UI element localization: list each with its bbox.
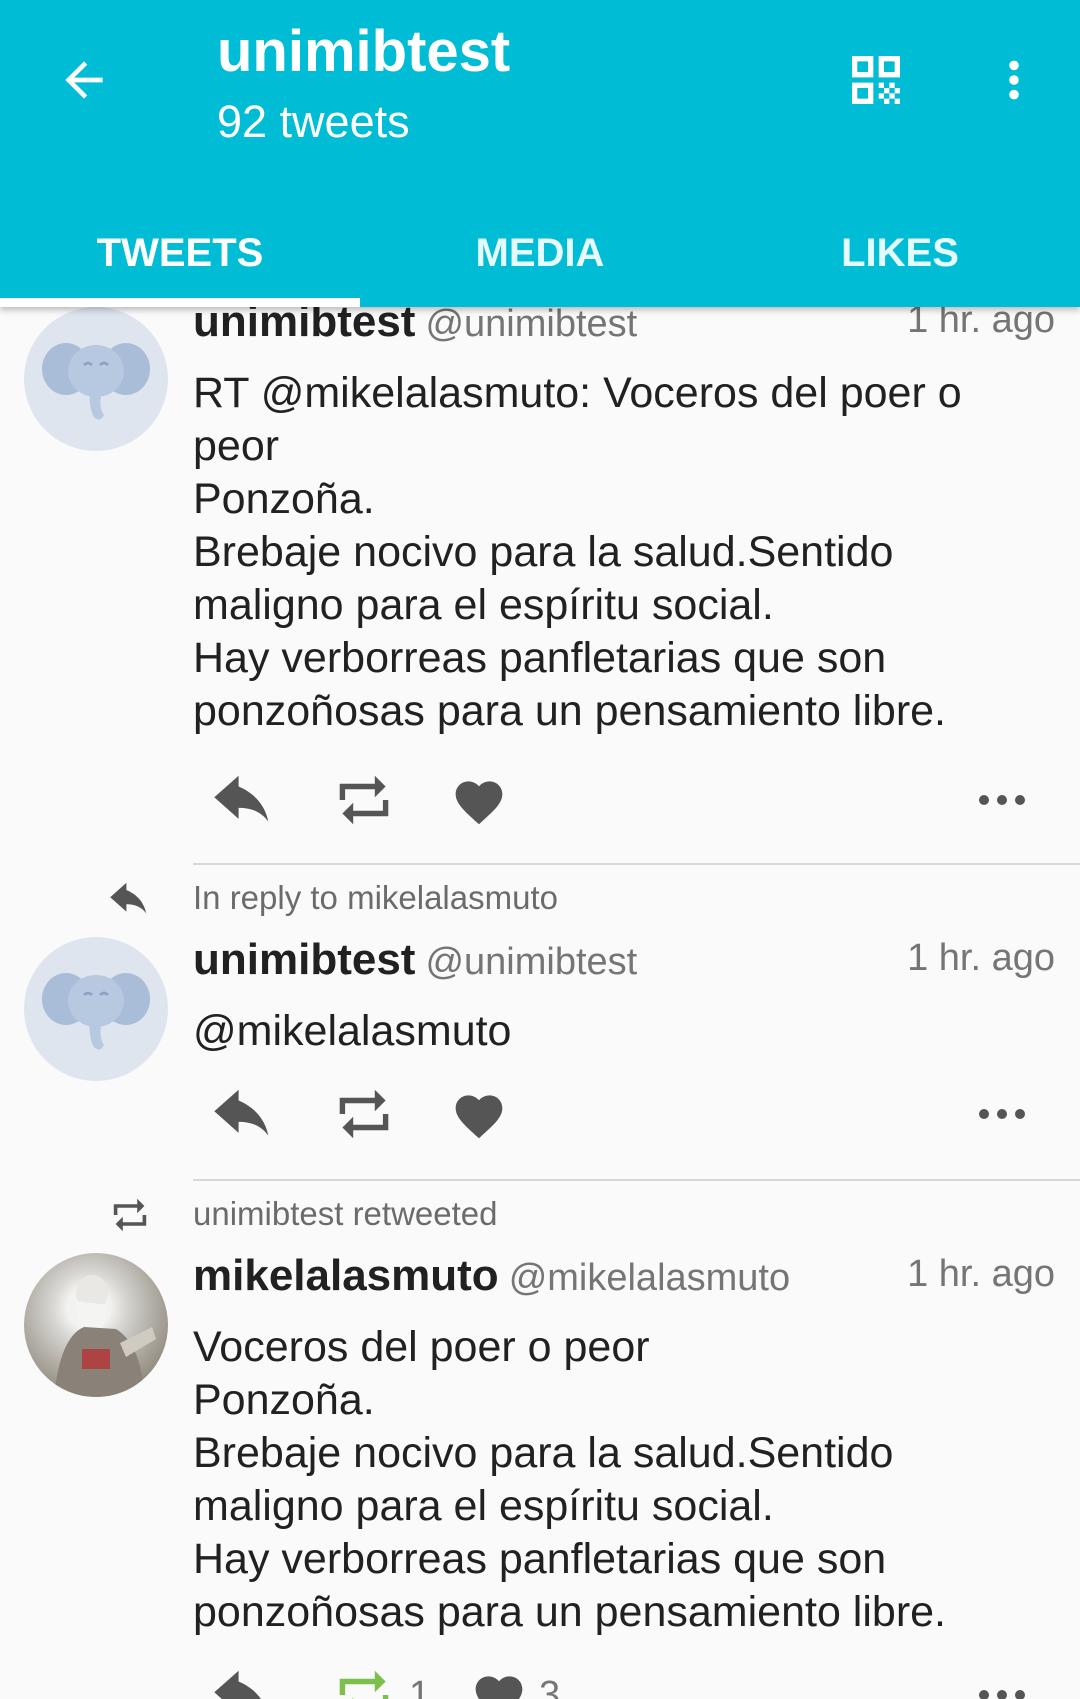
author-handle: @unimibtest xyxy=(425,941,638,983)
avatar[interactable] xyxy=(24,937,168,1081)
reply-icon xyxy=(214,1670,261,1699)
reply-context-text[interactable]: In reply to mikelalasmuto xyxy=(193,879,558,917)
more-horiz-icon xyxy=(979,1690,1025,1699)
tweet-text: RT @mikelalasmuto: Voceros del poer o pe… xyxy=(193,369,962,735)
tab-indicator xyxy=(0,298,360,307)
like-button[interactable] xyxy=(451,1079,507,1149)
avatar[interactable] xyxy=(24,307,168,451)
author-handle: @unimibtest xyxy=(425,307,638,345)
heart-icon xyxy=(455,1095,503,1139)
overflow-menu-button[interactable] xyxy=(984,40,1044,120)
retweet-icon xyxy=(339,775,389,825)
reply-icon xyxy=(214,775,269,822)
more-vert-icon xyxy=(1009,60,1019,100)
tweet-time: 1 hr. ago xyxy=(907,1253,1055,1295)
page-title: unimibtest xyxy=(217,19,511,84)
avatar[interactable] xyxy=(24,1253,168,1397)
elephant-avatar-icon xyxy=(42,973,150,1050)
reply-button[interactable] xyxy=(211,1079,277,1149)
arrow-back-icon xyxy=(65,61,103,99)
author-name[interactable]: unimibtest @unimibtest xyxy=(193,935,637,985)
tweet-header: unimibtest @unimibtest 1 hr. ago xyxy=(193,935,1055,991)
tab-likes[interactable]: LIKES xyxy=(720,200,1080,307)
qr-code-icon xyxy=(852,56,900,104)
tweet-count: 92 tweets xyxy=(217,96,410,147)
reply-button[interactable] xyxy=(211,765,277,835)
tweet-item[interactable]: In reply to mikelalasmuto unimibtest @uni… xyxy=(0,869,1080,1185)
like-button[interactable]: 3 xyxy=(471,1660,560,1699)
retweet-icon xyxy=(339,1670,389,1699)
reply-button[interactable] xyxy=(211,1660,277,1699)
tweet-time: 1 hr. ago xyxy=(907,937,1055,979)
author-name[interactable]: unimibtest @unimibtest xyxy=(193,307,637,347)
tweet-actions xyxy=(193,765,1055,835)
tweet-actions xyxy=(193,1079,1055,1149)
elephant-avatar-icon xyxy=(42,343,150,420)
retweet-icon xyxy=(339,1089,389,1139)
retweet-icon xyxy=(113,1198,147,1232)
tweet-time: 1 hr. ago xyxy=(907,307,1055,341)
tweet-more-button[interactable] xyxy=(977,1660,1027,1699)
back-button[interactable] xyxy=(48,40,120,120)
like-count: 3 xyxy=(539,1673,561,1699)
reply-icon xyxy=(110,882,147,914)
retweet-context-text[interactable]: unimibtest retweeted xyxy=(193,1195,498,1233)
tweet-header: unimibtest @unimibtest 1 hr. ago xyxy=(193,307,1055,353)
profile-tabs: TWEETS MEDIA LIKES xyxy=(0,200,1080,307)
tweet-header: mikelalasmuto @mikelalasmuto 1 hr. ago xyxy=(193,1251,1055,1307)
photo-avatar-icon xyxy=(54,1275,156,1397)
reply-icon xyxy=(214,1089,269,1136)
retweet-button[interactable] xyxy=(331,1079,397,1149)
tweet-divider xyxy=(193,1179,1080,1181)
like-button[interactable] xyxy=(451,765,507,835)
heart-icon xyxy=(475,1676,523,1699)
tweet-item[interactable]: unimibtest retweeted mikelalasmuto @mikel… xyxy=(0,1185,1080,1699)
tweet-text: @mikelalasmuto xyxy=(193,1007,512,1055)
qr-code-button[interactable] xyxy=(836,40,916,120)
tweet-more-button[interactable] xyxy=(977,765,1027,835)
heart-icon xyxy=(455,781,503,825)
retweet-button[interactable] xyxy=(331,765,397,835)
retweet-context: unimibtest retweeted xyxy=(0,1185,1080,1245)
retweet-count: 1 xyxy=(409,1673,431,1699)
more-horiz-icon xyxy=(979,795,1025,805)
tweet-actions: 1 3 xyxy=(193,1660,1055,1699)
author-name[interactable]: mikelalasmuto @mikelalasmuto xyxy=(193,1251,790,1301)
app-bar: unimibtest 92 tweets TWEETS MEDIA LIKES xyxy=(0,0,1080,307)
tab-media[interactable]: MEDIA xyxy=(360,200,720,307)
tweet-feed[interactable]: unimibtest @unimibtest 1 hr. ago RT @mike… xyxy=(0,307,1080,1699)
reply-context: In reply to mikelalasmuto xyxy=(0,869,1080,929)
retweet-button[interactable]: 1 xyxy=(331,1660,430,1699)
tweet-divider xyxy=(193,863,1080,865)
tweet-more-button[interactable] xyxy=(977,1079,1027,1149)
more-horiz-icon xyxy=(979,1109,1025,1119)
tweet-text: Voceros del poer o peor Ponzoña. Brebaje… xyxy=(193,1323,947,1636)
tab-tweets[interactable]: TWEETS xyxy=(0,200,360,307)
author-handle: @mikelalasmuto xyxy=(508,1257,791,1299)
